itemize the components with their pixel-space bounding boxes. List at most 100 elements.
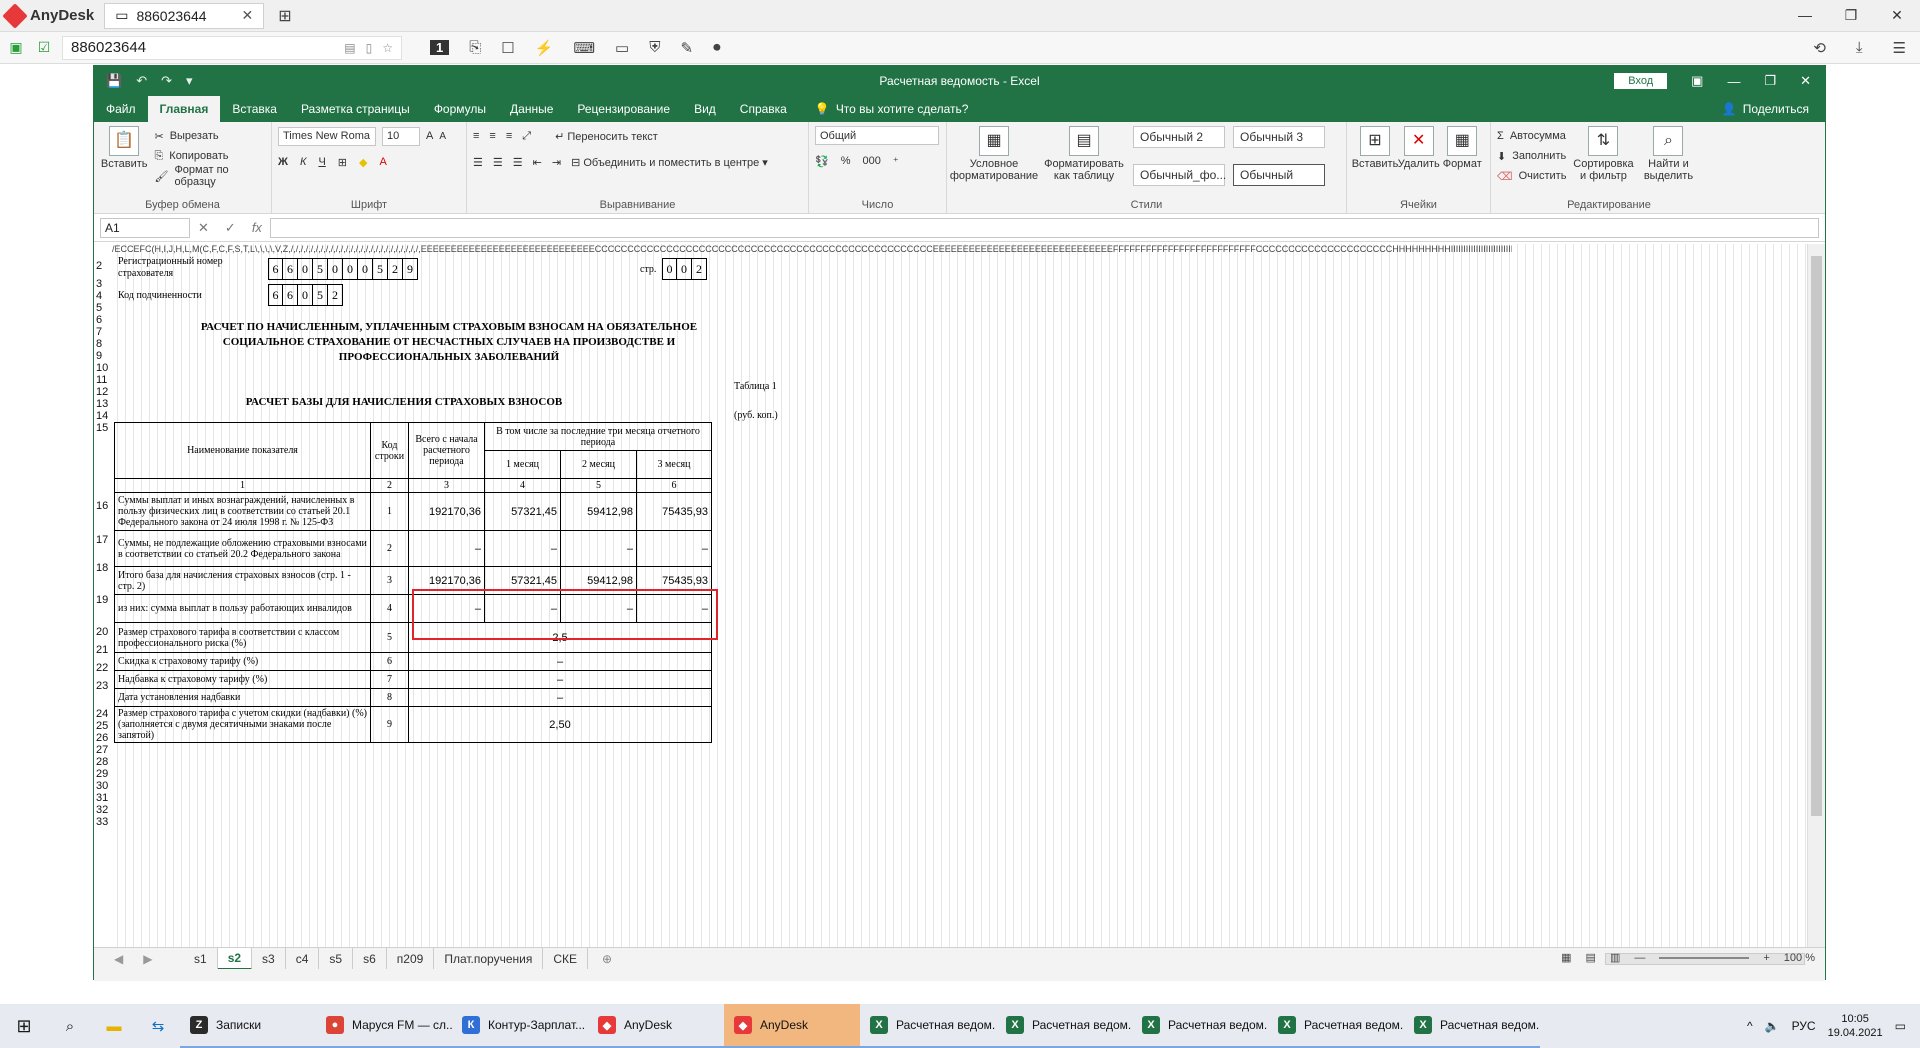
tab-file[interactable]: Файл [94,96,148,122]
speaker-icon[interactable]: 🔈 [1765,1019,1780,1033]
windows-start-icon[interactable]: ⊞ [0,1016,48,1037]
tab-view[interactable]: Вид [682,96,728,122]
file-icon[interactable]: ▯ [366,41,373,55]
zoom-level[interactable]: 100 % [1784,952,1815,964]
delete-cells-button[interactable]: ✕ Удалить [1397,126,1441,197]
history-icon[interactable]: ⟲ [1813,39,1826,57]
row-header[interactable]: 16 [96,500,108,512]
row-header[interactable]: 3 [96,278,102,290]
permissions-icon[interactable]: ⛨ [649,39,660,56]
row-name[interactable]: Размер страхового тарифа в соответствии … [114,622,371,653]
add-sheet-icon[interactable]: ⊕ [602,952,612,966]
prev-sheet-icon[interactable]: ◀ [114,952,123,966]
underline-icon[interactable]: Ч [318,156,325,168]
currency-icon[interactable]: 💱 [815,155,829,168]
row-header[interactable]: 6 [96,314,102,326]
menu-icon[interactable]: ☰ [1893,39,1906,57]
row-code[interactable]: 8 [370,688,409,707]
download-icon[interactable]: ⤓ [1856,39,1863,57]
row-header[interactable]: 15 [96,422,108,434]
shrink-font-icon[interactable]: A [439,131,446,142]
align-top-icon[interactable]: ≡ [473,130,479,142]
sheet-tab-s2[interactable]: s2 [217,947,253,970]
tab-formulas[interactable]: Формулы [422,96,498,122]
format-cells-button[interactable]: ▦ Формат [1441,126,1485,197]
taskbar-app[interactable]: ◆ AnyDesk [724,1004,860,1048]
minimize-icon[interactable]: — [1782,7,1828,24]
row-header[interactable]: 32 [96,804,108,816]
row-header[interactable]: 13 [96,398,108,410]
row-header[interactable]: 24 [96,708,108,720]
cut-button[interactable]: ✂ Вырезать [154,126,265,146]
sheet-tab-c4[interactable]: c4 [286,947,320,970]
row-code[interactable]: 3 [370,566,409,595]
row-header[interactable]: 5 [96,302,102,314]
align-right-icon[interactable]: ☰ [513,156,523,169]
star-icon[interactable]: ☆ [382,41,393,55]
tab-insert[interactable]: Вставка [220,96,289,122]
row-m1-cell[interactable]: 57321,45 [484,492,561,531]
excel-minimize-icon[interactable]: — [1727,74,1740,89]
clear-button[interactable]: ⌫ Очистить [1497,166,1566,186]
insert-cells-button[interactable]: ⊞ Вставить [1352,126,1398,197]
row-header[interactable]: 7 [96,326,102,338]
row-code[interactable]: 9 [370,706,409,743]
row-value-cell[interactable]: – [408,670,712,689]
normal-view-icon[interactable]: ▦ [1561,951,1571,964]
row-header[interactable]: 27 [96,744,108,756]
fill-color-icon[interactable]: ◆ [359,156,367,169]
remote-address-field[interactable]: 886023644 ▤ ▯ ☆ [62,35,402,60]
row-m3-cell[interactable]: 75435,93 [636,492,712,531]
row-code[interactable]: 2 [370,530,409,567]
new-tab-icon[interactable]: ⊞ [278,6,291,26]
taskbar-app[interactable]: X Расчетная ведом... [1132,1004,1268,1048]
row-header[interactable]: 33 [96,816,108,828]
tab-data[interactable]: Данные [498,96,565,122]
row-name[interactable]: Суммы, не подлежащие обложению страховым… [114,530,371,567]
session-tab[interactable]: ▭ 886023644 ✕ [104,2,265,29]
font-size-select[interactable]: 10 [382,126,420,146]
row-value-cell[interactable]: 2,50 [408,706,712,743]
file-explorer-icon[interactable]: ▬ [92,1018,136,1035]
close-window-icon[interactable]: ✕ [1874,7,1920,24]
taskbar-app[interactable]: X Расчетная ведом... [1404,1004,1540,1048]
tray-chevron-icon[interactable]: ^ [1747,1019,1753,1033]
row-total-cell[interactable]: – [408,530,485,567]
zoom-slider[interactable] [1659,956,1750,959]
taskbar-app[interactable]: К Контур-Зарплат... [452,1004,588,1048]
row-code[interactable]: 6 [370,652,409,671]
row-code[interactable]: 7 [370,670,409,689]
row-name[interactable]: Скидка к страховому тарифу (%) [114,652,371,671]
zoom-in-icon[interactable]: + [1763,952,1769,964]
row-code[interactable]: 1 [370,492,409,531]
display-icon[interactable]: ▤ [344,41,355,55]
row-header[interactable]: 28 [96,756,108,768]
taskbar-app[interactable]: X Расчетная ведом... [860,1004,996,1048]
sheet-tab-СКЕ[interactable]: СКЕ [543,947,589,970]
row-header[interactable]: 14 [96,410,108,422]
align-center-icon[interactable]: ☰ [493,156,503,169]
share-button[interactable]: 👤 Поделиться [1710,96,1825,122]
bold-icon[interactable]: Ж [278,156,288,168]
row-header[interactable]: 10 [96,362,108,374]
tab-page-layout[interactable]: Разметка страницы [289,96,422,122]
worksheet-grid[interactable]: /ECCEFC(H,I,J,H,L,M(C,F,C,F,S,T,L\,\,\,\… [94,244,1807,947]
row-header[interactable]: 11 [96,374,107,386]
taskbar-app[interactable]: ● Маруся FM — сл... [316,1004,452,1048]
row-header[interactable]: 31 [96,792,108,804]
row-name[interactable]: Размер страхового тарифа с учетом скидки… [114,706,371,743]
row-code[interactable]: 5 [370,622,409,653]
signin-button[interactable]: Вход [1614,73,1668,89]
sheet-tab-Плат.поручения[interactable]: Плат.поручения [434,947,544,970]
row-header[interactable]: 18 [96,562,108,574]
row-header[interactable]: 8 [96,338,102,350]
tab-home[interactable]: Главная [147,96,221,122]
autosum-button[interactable]: Σ Автосумма [1497,126,1566,146]
formula-input[interactable] [269,217,1819,238]
merge-center-button[interactable]: ⊟ Объединить и поместить в центре ▾ [571,156,768,169]
page-layout-view-icon[interactable]: ▤ [1586,951,1596,964]
taskbar-app[interactable]: Z Записки [180,1004,316,1048]
sheet-tab-s5[interactable]: s5 [319,947,354,970]
taskbar-app[interactable]: ◆ AnyDesk [588,1004,724,1048]
ribbon-display-icon[interactable]: ▣ [1691,73,1703,89]
